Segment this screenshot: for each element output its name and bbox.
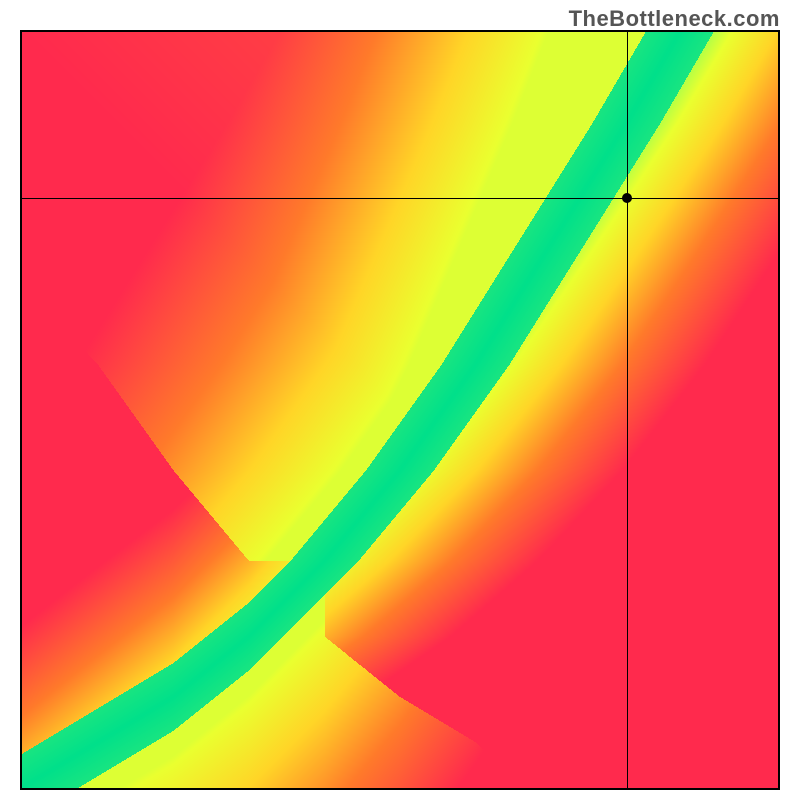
heatmap-canvas	[22, 32, 778, 788]
crosshair-vertical	[627, 32, 628, 788]
crosshair-horizontal	[22, 198, 778, 199]
chart-container: TheBottleneck.com	[0, 0, 800, 800]
selection-marker	[622, 193, 632, 203]
watermark-label: TheBottleneck.com	[569, 6, 780, 32]
plot-area	[20, 30, 780, 790]
